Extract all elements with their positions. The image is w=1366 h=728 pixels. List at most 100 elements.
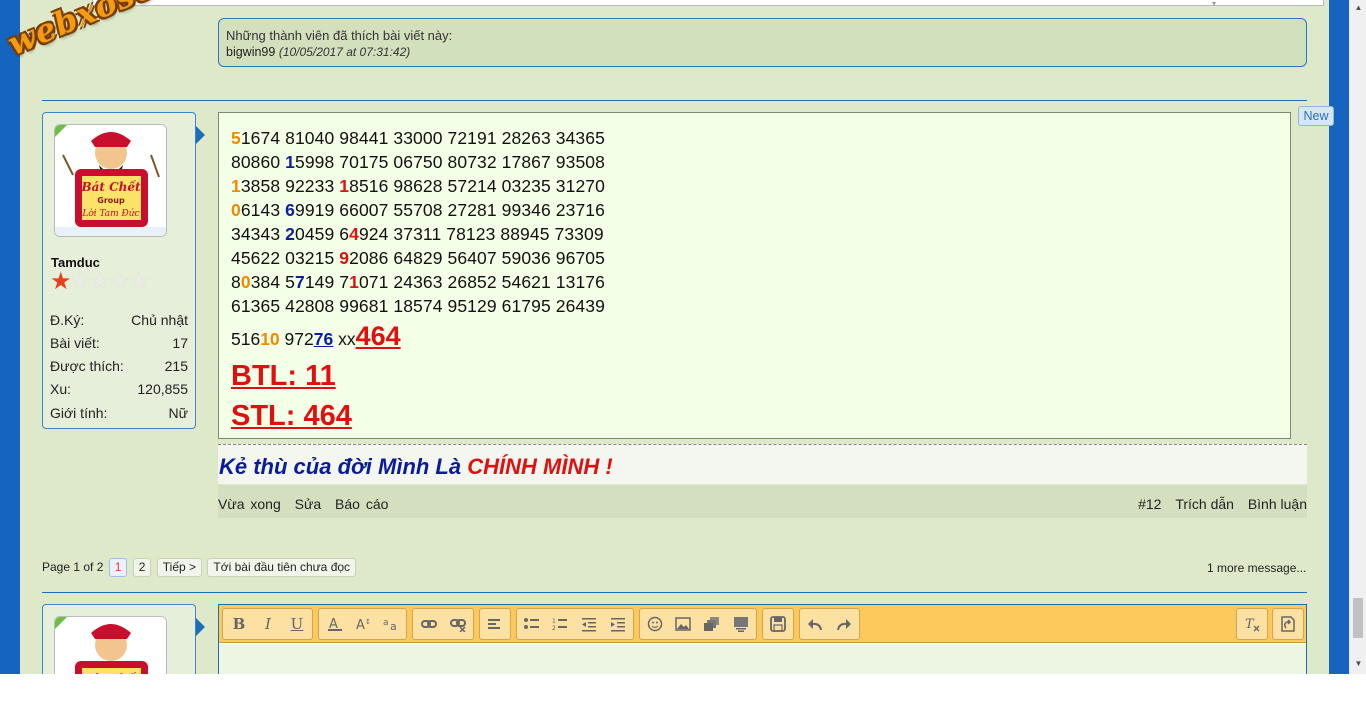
image-icon[interactable] (669, 609, 697, 639)
vertical-scrollbar[interactable]: ▲ ▼ (1349, 0, 1366, 674)
number-text: 3858 92233 (240, 176, 340, 196)
stat-likes: Được thích: 215 (50, 358, 188, 374)
svg-text:a: a (383, 618, 389, 628)
highlighted-digit: 5 (231, 128, 241, 148)
stat-gender: Giới tính: Nữ (50, 405, 188, 421)
link-icon[interactable] (415, 609, 443, 639)
highlighted-digit: 9 (339, 248, 350, 268)
post-divider (42, 100, 1307, 101)
stat-label: Bài viết: (50, 335, 100, 351)
editor-text-area[interactable] (219, 644, 1306, 674)
unlink-icon[interactable] (444, 609, 472, 639)
toggle-source-icon[interactable] (1274, 609, 1302, 639)
page-link-2[interactable]: 2 (132, 558, 152, 577)
post-number-link[interactable]: #12 (1138, 496, 1161, 512)
likes-title: Những thành viên đã thích bài viết này: (226, 28, 453, 43)
number-text: 80860 (231, 152, 286, 172)
number-line: 51674 81040 98441 33000 72191 28263 3436… (231, 126, 1290, 150)
number-line: 06143 69919 66007 55708 27281 99346 2371… (231, 198, 1290, 222)
number-text: 149 7 (304, 272, 350, 292)
edit-link[interactable]: Sửa (295, 496, 322, 512)
indent-icon[interactable] (604, 609, 632, 639)
save-draft-icon[interactable] (764, 609, 792, 639)
dropdown-caret-icon[interactable]: ▾ (1212, 0, 1216, 8)
stat-label: Giới tính: (50, 405, 108, 421)
number-line: 80384 57149 71071 24363 26852 54621 1317… (231, 270, 1290, 294)
align-icon[interactable] (481, 609, 509, 639)
number-text: 384 5 (250, 272, 295, 292)
number-text: 5998 70175 06750 80732 17867 93508 (294, 152, 605, 172)
highlighted-digit: 0 (231, 200, 241, 220)
scroll-up-arrow-icon[interactable]: ▲ (1350, 0, 1366, 16)
avatar[interactable]: Bát Chết Group Lời Tam Đức (54, 124, 167, 237)
star-filled-icon: ★ (50, 268, 71, 295)
comment-link[interactable]: Bình luận (1248, 496, 1307, 512)
reply-divider (42, 592, 1307, 593)
toolbar-group-clear: T (1236, 608, 1268, 640)
italic-icon[interactable]: I (254, 609, 282, 639)
more-messages-link[interactable]: 1 more message... (1207, 561, 1306, 575)
likes-entry: bigwin99 (10/05/2017 at 07:31:42) (226, 44, 1306, 61)
svg-text:a: a (390, 620, 397, 632)
redo-icon[interactable] (830, 609, 858, 639)
toolbar-group-format: B I U (222, 608, 313, 640)
outdent-icon[interactable] (575, 609, 603, 639)
page-link-1[interactable]: 1 (108, 558, 128, 577)
pagination: Page 1 of 2 1 2 Tiếp > Tới bài đầu tiên … (42, 558, 357, 577)
number-line: 61365 42808 99681 18574 95129 61795 2643… (231, 294, 1290, 318)
reply-author-card: Bát Chết (42, 604, 196, 674)
svg-text:↕: ↕ (365, 618, 371, 626)
card-pointer-icon (196, 618, 205, 636)
stat-label: Đ.Ký: (50, 312, 85, 328)
highlighted-digit: 0 (240, 272, 251, 292)
stat-value: Chủ nhật (131, 312, 188, 328)
highlighted-digit: 2 (285, 224, 295, 244)
number-text: 6143 (240, 200, 286, 220)
bullet-list-icon[interactable] (518, 609, 546, 639)
svg-text:1: 1 (552, 618, 556, 625)
stat-value: 215 (164, 358, 188, 374)
window-bottom-area (0, 674, 1366, 728)
stat-coins: Xu: 120,855 (50, 381, 188, 397)
underline-icon[interactable]: U (283, 609, 311, 639)
number-lines: 51674 81040 98441 33000 72191 28263 3436… (231, 126, 1290, 318)
next-page-link[interactable]: Tiếp > (156, 558, 203, 577)
smilie-icon[interactable] (641, 609, 669, 639)
bold-icon[interactable]: B (225, 609, 253, 639)
star-empty-icon: ★ (128, 268, 149, 295)
stat-joined: Đ.Ký: Chủ nhật (50, 312, 188, 328)
like-date: (10/05/2017 at 07:31:42) (278, 45, 411, 59)
signature: Kẻ thù của đời Mình Là CHÍNH MÌNH ! (218, 444, 1307, 484)
likes-summary: Những thành viên đã thích bài viết này: … (218, 18, 1307, 67)
number-list-icon[interactable]: 12 (546, 609, 574, 639)
scroll-down-arrow-icon[interactable]: ▼ (1350, 656, 1366, 672)
quote-link[interactable]: Trích dẫn (1175, 496, 1234, 512)
toolbar-group-font: A A ↕ aa (318, 608, 407, 640)
left-frame-border (0, 0, 20, 674)
number-line: 13858 92233 18516 98628 57214 03235 3127… (231, 174, 1290, 198)
font-size-icon[interactable]: A ↕ (349, 609, 377, 639)
scroll-thumb[interactable] (1353, 598, 1363, 638)
number-text: 45622 03215 (231, 248, 340, 268)
first-unread-link[interactable]: Tới bài đầu tiên chưa đọc (207, 558, 357, 577)
btl-heading: BTL: 11 (231, 360, 336, 392)
post-time-link[interactable]: Vừa xong (218, 496, 281, 512)
right-frame-border (1329, 0, 1349, 674)
stl-heading: STL: 464 (231, 400, 352, 432)
reply-avatar[interactable]: Bát Chết (54, 616, 167, 674)
report-link[interactable]: Báo cáo (335, 496, 388, 512)
code-icon[interactable] (727, 609, 755, 639)
top-input-field[interactable] (92, 0, 1324, 6)
media-icon[interactable] (698, 609, 726, 639)
liker-username[interactable]: bigwin99 (226, 45, 275, 59)
text-color-icon[interactable]: A (321, 609, 349, 639)
stat-value: 120,855 (137, 381, 188, 397)
clear-format-icon[interactable]: T (1238, 609, 1266, 639)
stat-value: 17 (172, 335, 188, 351)
prediction-underlined: 76 (313, 329, 334, 349)
undo-icon[interactable] (801, 609, 829, 639)
font-family-icon[interactable]: aa (377, 609, 405, 639)
prediction-highlight: 10 (260, 329, 280, 349)
signature-text: Kẻ thù của đời Mình Là (219, 454, 468, 479)
svg-text:Lời Tam Đức: Lời Tam Đức (81, 208, 139, 219)
